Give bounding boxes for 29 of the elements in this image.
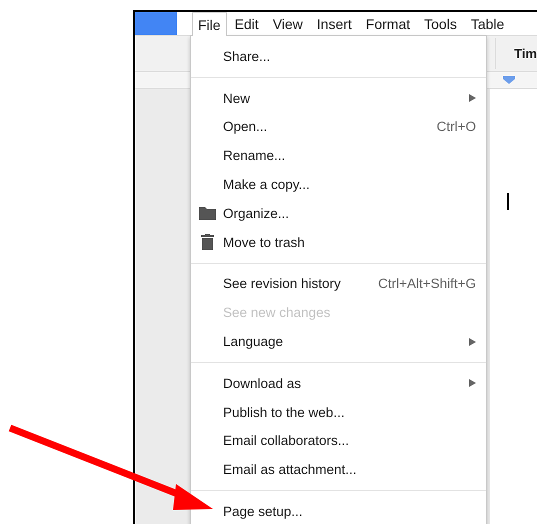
menu-option[interactable]: Organize... [191,198,486,228]
menu-item[interactable]: View [266,12,309,36]
menu-option[interactable]: Share... [191,42,486,71]
menu-option[interactable]: Email collaborators... [191,426,486,456]
menu-option[interactable]: Rename... [191,141,486,170]
menu-option[interactable]: Email as attachment... [191,455,486,484]
menu-option[interactable]: Move to trash [191,228,486,257]
menu-item[interactable]: Format [360,12,416,36]
folder-icon [198,206,216,220]
menu-item[interactable]: File [192,12,227,36]
submenu-arrow-icon [469,379,476,388]
menu-item[interactable]: Edit [228,12,265,36]
submenu-arrow-icon [469,338,476,346]
menu-option[interactable]: See revision history Ctrl+Alt+Shift+G [191,270,486,298]
menu-item[interactable]: Insert [310,12,358,36]
menu-option[interactable]: Publish to the web... [191,398,486,427]
menu-option[interactable]: Language [191,327,486,356]
trash-icon [200,234,214,250]
font-dropdown[interactable]: Tim [495,38,537,69]
menu-item[interactable]: Table [464,12,510,36]
menu-option[interactable]: New [191,84,486,113]
menu-option[interactable]: Make a copy... [191,170,486,199]
menu-option[interactable]: Open... Ctrl+O [191,112,486,142]
header-block [135,12,177,35]
text-cursor [507,193,509,210]
submenu-arrow-icon [469,94,476,102]
indent-marker-icon[interactable] [503,76,515,84]
menu-item[interactable]: Tools [418,12,463,36]
menu-option[interactable]: Download as [191,368,486,398]
